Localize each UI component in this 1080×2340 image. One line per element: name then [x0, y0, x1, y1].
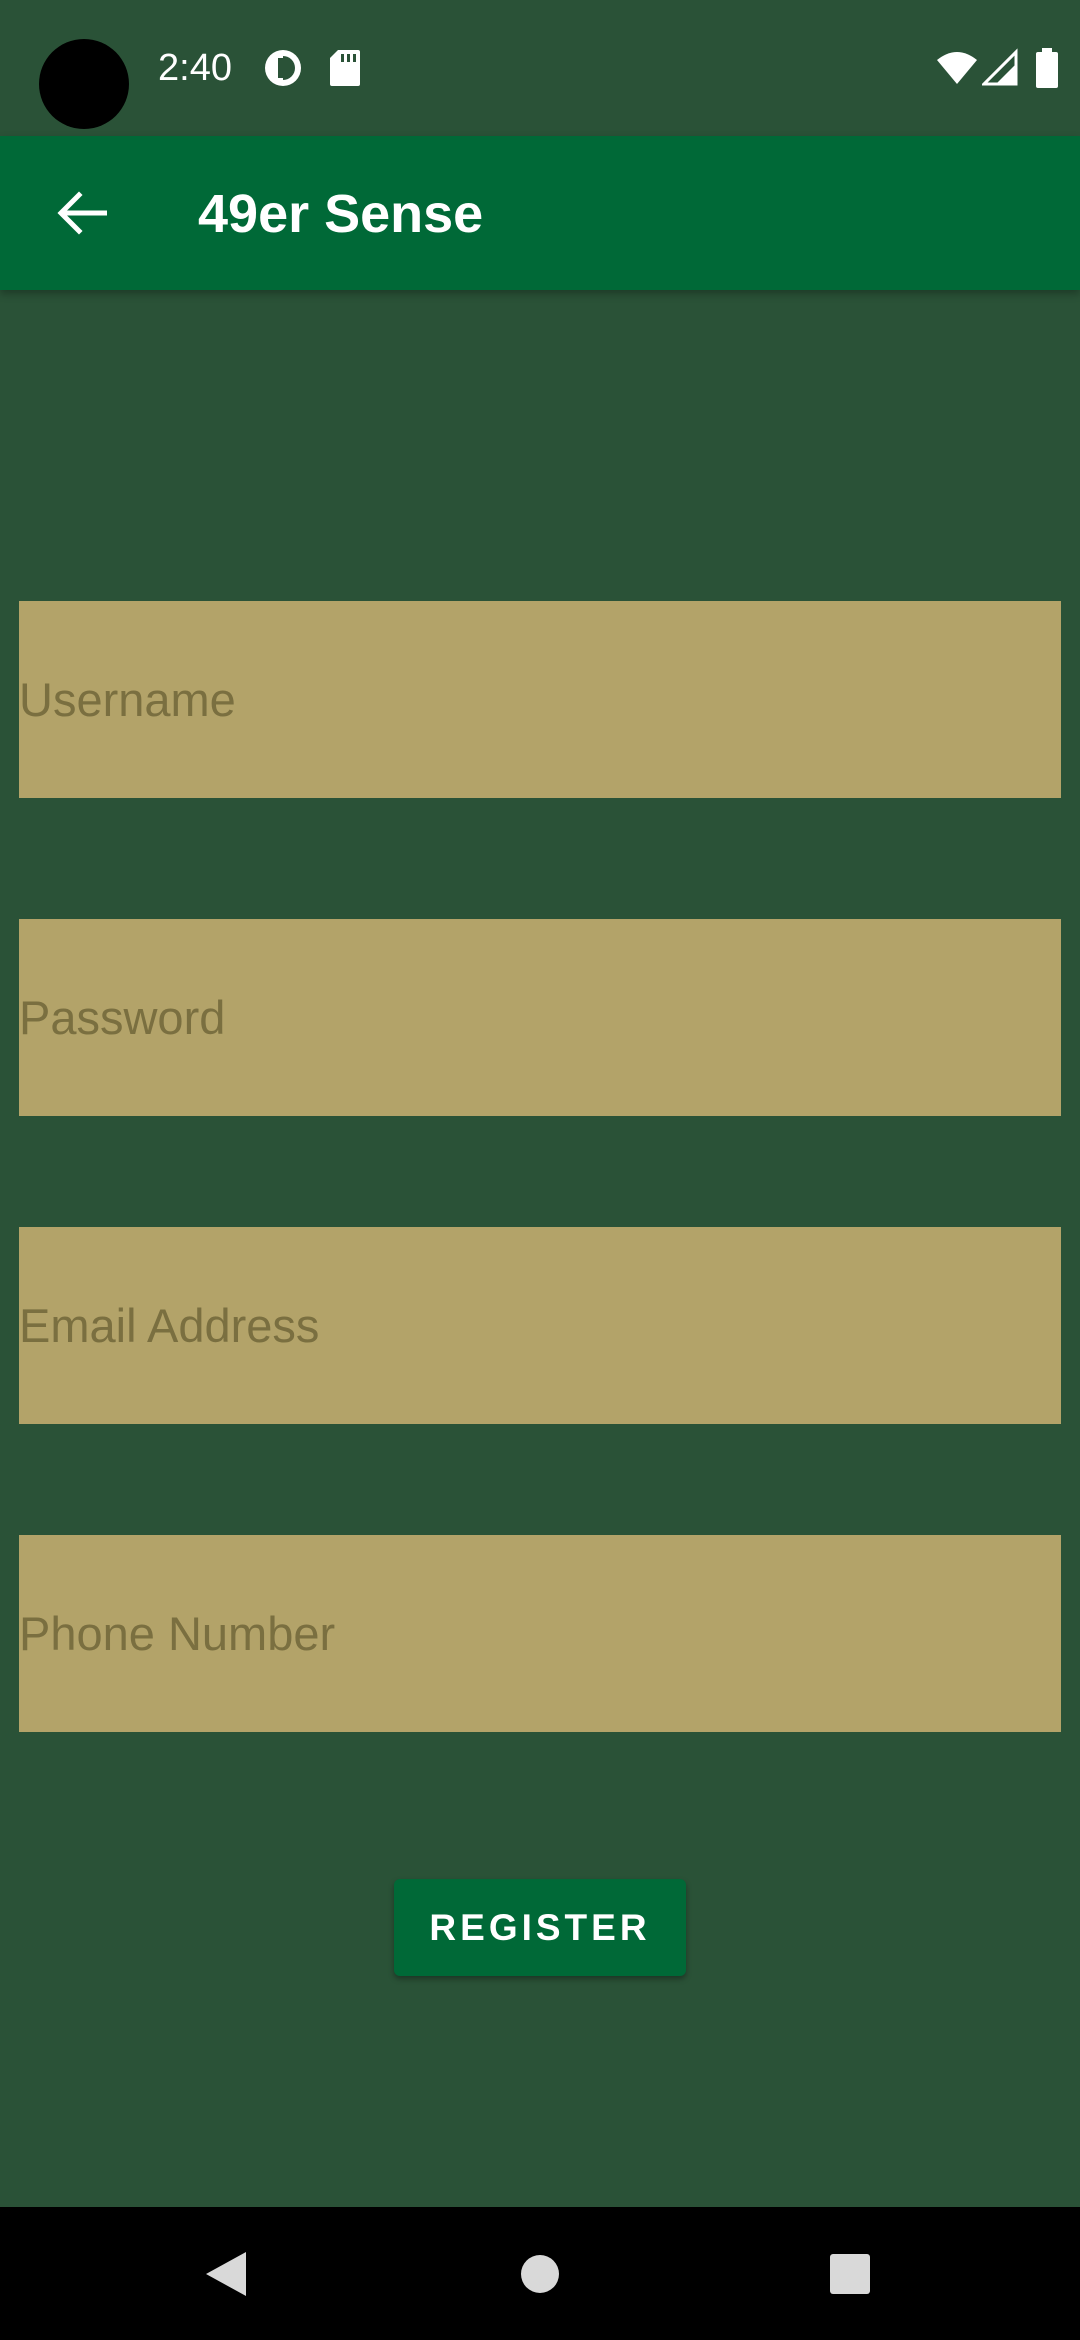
wifi-icon: [937, 52, 977, 84]
cell-signal-icon: [982, 48, 1018, 86]
status-bar: 2:40: [0, 0, 1080, 136]
nav-home-button[interactable]: [470, 2207, 610, 2340]
email-field-container: [19, 1227, 1061, 1424]
sd-card-icon: [330, 50, 360, 86]
nav-home-icon: [521, 2254, 559, 2293]
email-field[interactable]: [19, 1227, 1061, 1424]
app-bar: 49er Sense: [0, 136, 1080, 290]
back-button[interactable]: [40, 171, 124, 255]
phone-field[interactable]: [19, 1535, 1061, 1732]
nav-recents-icon: [830, 2253, 870, 2294]
status-time: 2:40: [158, 47, 232, 89]
password-field-container: [19, 919, 1061, 1116]
system-nav-bar: [0, 2207, 1080, 2340]
camera-cutout: [39, 39, 129, 129]
register-screen: 2:40 49er Sense Username Email Address P…: [0, 0, 1080, 2340]
data-saver-icon: [265, 50, 301, 86]
nav-recents-button[interactable]: [780, 2207, 920, 2340]
phone-field-container: [19, 1535, 1061, 1732]
username-field-container: [19, 601, 1061, 798]
page-title: 49er Sense: [198, 184, 484, 244]
nav-back-icon: [206, 2251, 246, 2296]
username-field[interactable]: [19, 601, 1061, 798]
password-field[interactable]: [19, 919, 1061, 1116]
nav-back-button[interactable]: [156, 2207, 296, 2340]
arrow-back-icon: [57, 191, 107, 235]
battery-icon: [1036, 48, 1058, 88]
register-button[interactable]: REGISTER: [394, 1879, 686, 1976]
